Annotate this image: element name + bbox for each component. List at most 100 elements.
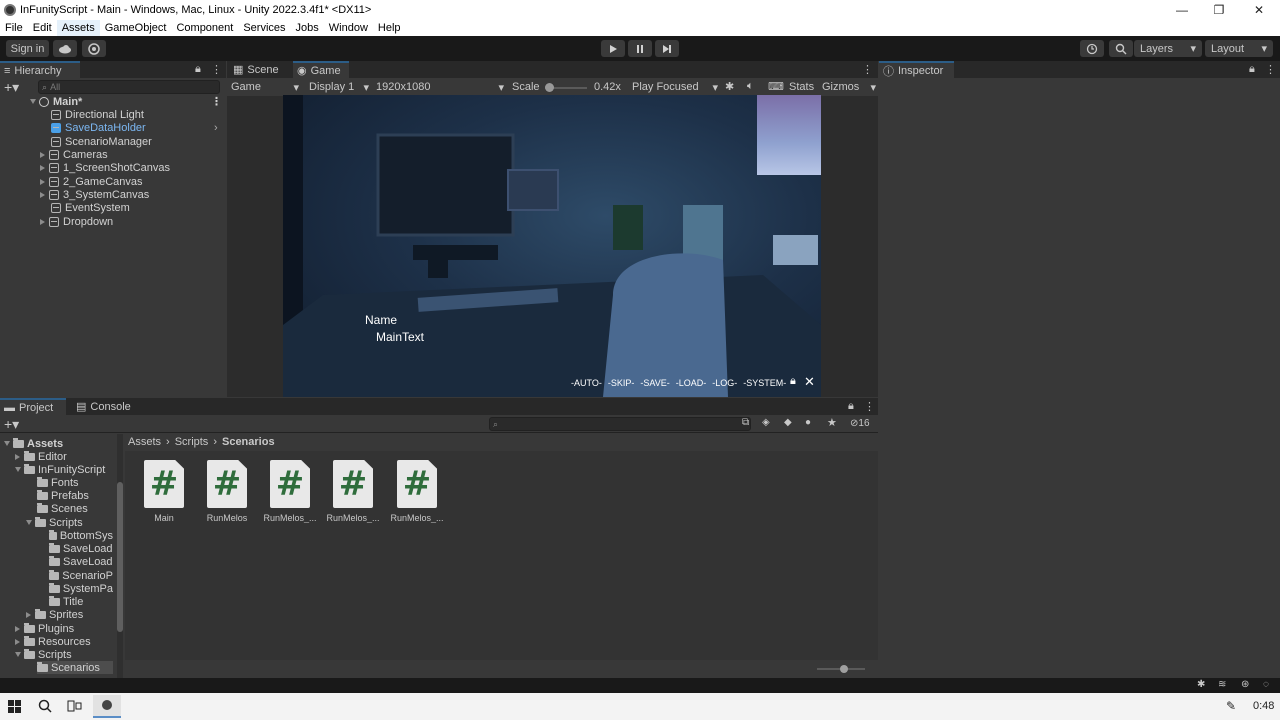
hierarchy-search-input[interactable]: ⌕ All <box>38 80 220 94</box>
expand-arrow-icon[interactable] <box>15 467 21 472</box>
expand-arrow-icon[interactable] <box>30 99 36 104</box>
hierarchy-item[interactable]: Directional Light <box>0 108 226 121</box>
minimize-button[interactable]: — <box>1162 0 1202 20</box>
scene-row[interactable]: Main* ⋮ <box>0 95 226 108</box>
tab-hierarchy[interactable]: ≡ Hierarchy <box>0 61 80 78</box>
tab-game[interactable]: ◉ Game <box>293 61 349 78</box>
search-button[interactable] <box>1109 40 1133 57</box>
menu-jobs[interactable]: Jobs <box>291 20 324 36</box>
play-focused-dropdown[interactable]: Play Focused ▾ <box>632 79 718 95</box>
tree-item[interactable]: Title <box>49 595 83 608</box>
sign-in-button[interactable]: Sign in <box>6 40 49 57</box>
tree-item[interactable]: Resources <box>15 635 91 648</box>
hierarchy-item[interactable]: 1_ScreenShotCanvas <box>0 161 226 174</box>
lock-icon[interactable]: 🔒︎ <box>195 63 201 76</box>
menu-assets[interactable]: Assets <box>56 20 100 36</box>
favorite-star-icon[interactable]: ★ <box>827 416 837 429</box>
add-icon[interactable]: +▾ <box>4 416 19 433</box>
expand-arrow-icon[interactable] <box>40 218 45 225</box>
expand-arrow-icon[interactable] <box>40 151 45 158</box>
tab-scene[interactable]: ▦ Scene <box>229 61 289 78</box>
expand-arrow-icon[interactable] <box>40 178 45 185</box>
tree-item[interactable]: SystemPa <box>49 582 113 595</box>
tree-item[interactable]: Sprites <box>26 608 83 621</box>
tree-item[interactable]: Prefabs <box>37 489 89 502</box>
bug-icon[interactable]: ✱ <box>725 80 734 93</box>
debug-icon[interactable]: ✱ <box>1197 679 1205 690</box>
tree-item[interactable]: Plugins <box>15 622 74 635</box>
more-options-icon[interactable]: ⋮ <box>211 63 222 76</box>
log-button[interactable]: -LOG- <box>712 378 737 388</box>
save-button[interactable]: -SAVE- <box>640 378 669 388</box>
search-by-type-icon[interactable]: ◈ <box>762 417 770 428</box>
tab-console[interactable]: ▤ Console <box>72 398 132 415</box>
tree-item[interactable]: Scripts <box>26 516 83 529</box>
hierarchy-item[interactable]: ScenarioManager <box>0 135 226 148</box>
tree-item[interactable]: Scenes <box>37 502 88 515</box>
tree-item[interactable]: Fonts <box>37 476 79 489</box>
expand-arrow-icon[interactable] <box>26 611 31 618</box>
icon-size-slider-handle[interactable] <box>840 665 848 673</box>
breadcrumb-assets[interactable]: Assets <box>128 436 161 448</box>
label-icon[interactable]: ◆ <box>784 417 792 428</box>
close-icon[interactable]: ✕ <box>804 374 815 390</box>
tree-item[interactable]: BottomSys <box>49 529 113 542</box>
add-icon[interactable]: +▾ <box>4 79 19 96</box>
hierarchy-item[interactable]: EventSystem <box>0 201 226 214</box>
project-search-input[interactable]: ⌕ <box>489 417 751 431</box>
tree-item[interactable]: Scripts <box>15 648 72 661</box>
warning-icon[interactable]: ● <box>805 417 811 428</box>
more-options-icon[interactable]: ⋮ <box>1265 63 1276 76</box>
hidden-packages-count[interactable]: ⊘16 <box>850 418 870 429</box>
expand-arrow-icon[interactable] <box>26 520 32 525</box>
resolution-dropdown[interactable]: 1920x1080 ▾ <box>376 79 504 95</box>
filter-icon[interactable]: ⧉ <box>742 417 749 428</box>
expand-arrow-icon[interactable] <box>4 441 10 446</box>
hierarchy-item[interactable]: Dropdown <box>0 215 226 228</box>
audio-icon[interactable]: 🔈︎ <box>747 80 754 93</box>
script-asset[interactable]: # Main <box>134 460 194 530</box>
script-asset[interactable]: # RunMelos_... <box>387 460 447 530</box>
progress-icon[interactable]: ◌ <box>1263 679 1269 690</box>
tab-project[interactable]: ▬ Project <box>0 398 66 415</box>
more-options-icon[interactable]: ⋮ <box>862 63 873 76</box>
more-options-icon[interactable]: ⋮ <box>211 95 222 108</box>
search-icon[interactable] <box>38 699 52 713</box>
expand-arrow-icon[interactable] <box>15 652 21 657</box>
lock-icon[interactable]: 🔒︎ <box>1249 63 1255 76</box>
expand-arrow-icon[interactable] <box>15 453 20 460</box>
tree-item[interactable]: Assets <box>4 437 63 450</box>
layout-dropdown[interactable]: Layout ▾ <box>1205 40 1273 57</box>
collab-button[interactable] <box>82 40 106 57</box>
gizmos-dropdown[interactable]: Gizmos ▾ <box>822 79 876 95</box>
tree-item-selected[interactable]: Scenarios <box>37 661 113 674</box>
stats-button[interactable]: Stats <box>789 81 814 93</box>
menu-help[interactable]: Help <box>373 20 406 36</box>
menu-gameobject[interactable]: GameObject <box>100 20 172 36</box>
network-icon[interactable]: ⊛ <box>1241 679 1249 690</box>
tree-item[interactable]: SaveLoad <box>49 555 113 568</box>
hierarchy-item[interactable]: Cameras <box>0 148 226 161</box>
menu-file[interactable]: File <box>0 20 28 36</box>
undo-history-button[interactable] <box>1080 40 1104 57</box>
script-asset[interactable]: # RunMelos_... <box>323 460 383 530</box>
display-dropdown[interactable]: Display 1 ▾ <box>309 79 369 95</box>
expand-arrow-icon[interactable] <box>40 164 45 171</box>
menu-edit[interactable]: Edit <box>28 20 57 36</box>
close-button[interactable]: ✕ <box>1239 0 1279 20</box>
more-options-icon[interactable]: ⋮ <box>864 400 875 413</box>
game-mode-dropdown[interactable]: Game ▾ <box>229 79 301 95</box>
auto-button[interactable]: -AUTO- <box>571 378 602 388</box>
expand-arrow-icon[interactable] <box>15 625 20 632</box>
game-render-view[interactable]: Name MainText -AUTO- -SKIP- -SAVE- -LOAD… <box>283 95 821 397</box>
pen-icon[interactable]: ✎ <box>1226 699 1236 713</box>
expand-arrow-icon[interactable] <box>40 191 45 198</box>
icon-size-slider[interactable] <box>817 665 865 673</box>
breadcrumb-scripts[interactable]: Scripts <box>175 436 209 448</box>
tree-scrollbar[interactable] <box>117 434 123 678</box>
menu-window[interactable]: Window <box>324 20 373 36</box>
cloud-button[interactable] <box>53 40 77 57</box>
tree-scrollbar-thumb[interactable] <box>117 482 123 632</box>
hierarchy-item[interactable]: 2_GameCanvas <box>0 175 226 188</box>
load-button[interactable]: -LOAD- <box>676 378 707 388</box>
